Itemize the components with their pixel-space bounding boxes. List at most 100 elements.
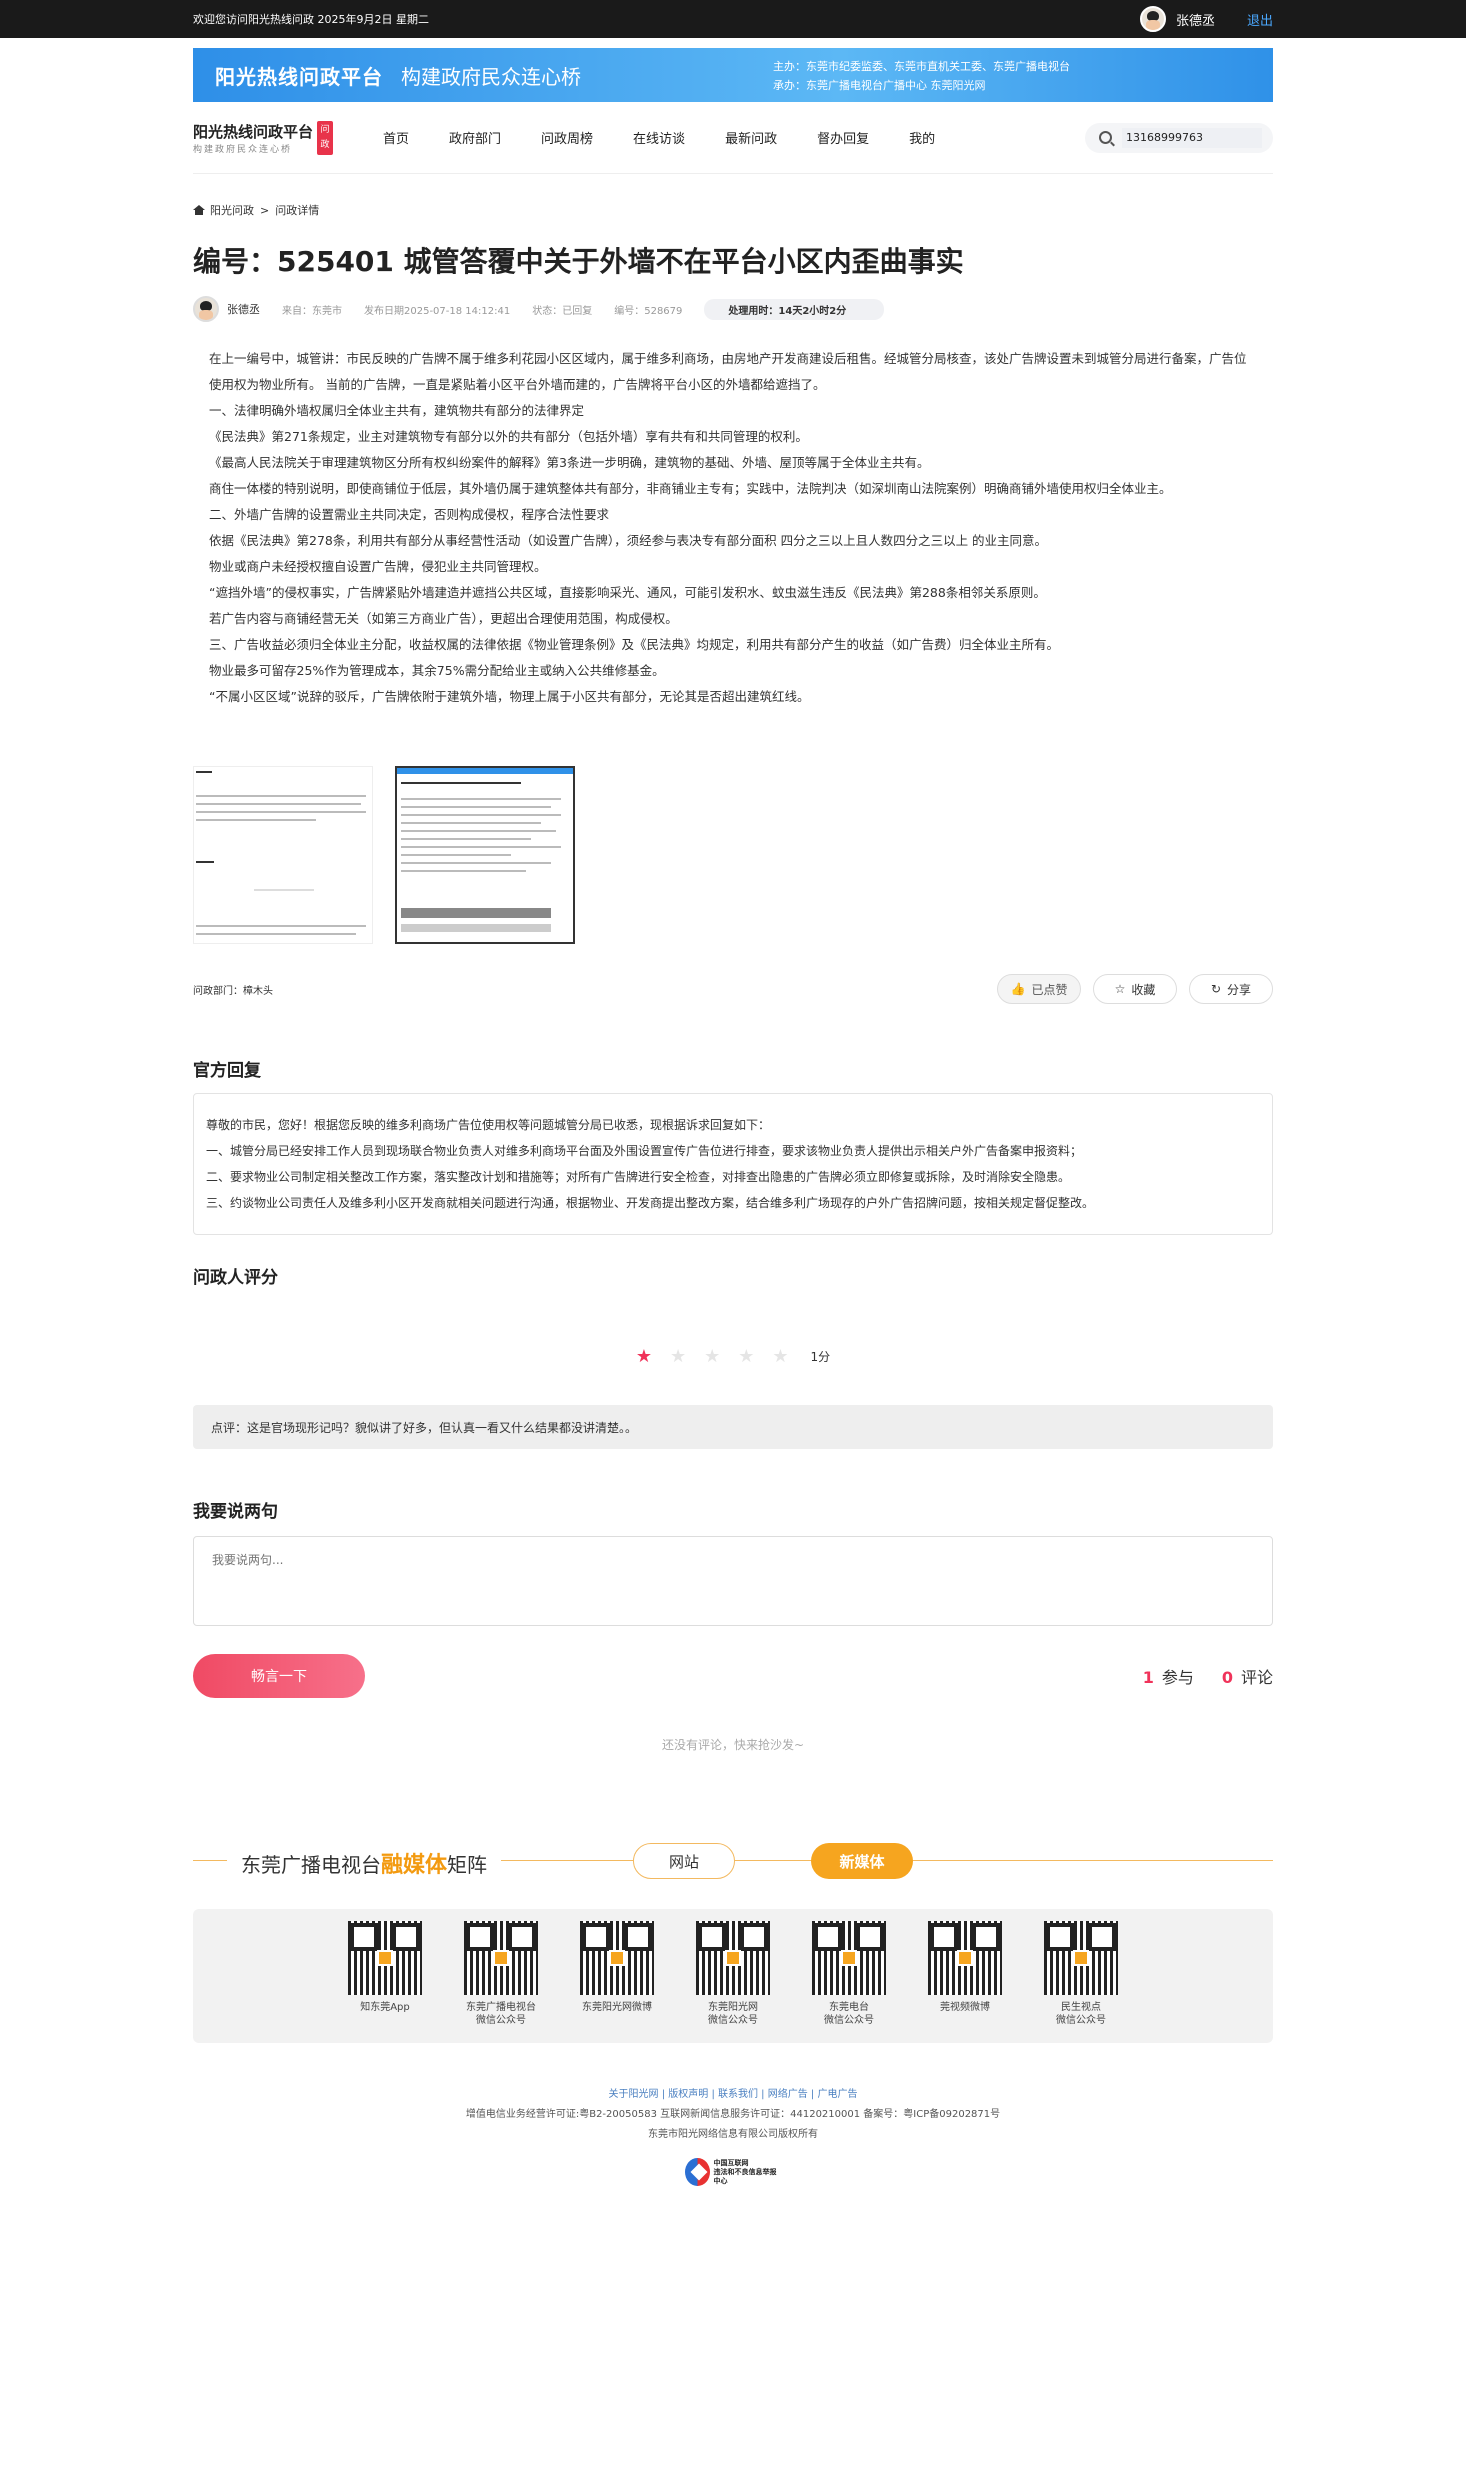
qr-label: 东莞广播电视台 — [466, 2002, 536, 2013]
breadcrumb: 阳光问政 > 问政详情 — [193, 202, 1273, 218]
attachment-image-1[interactable] — [193, 766, 373, 944]
qr-item[interactable]: 东莞阳光网微博 — [580, 1921, 654, 2043]
comment-input[interactable] — [193, 1536, 1273, 1626]
qr-sublabel: 微信公众号 — [708, 2015, 758, 2026]
badge-line-2: 违法和不良信息举报中心 — [713, 2167, 777, 2185]
tab-website[interactable]: 网站 — [633, 1843, 735, 1879]
qr-code-icon — [580, 1921, 654, 1995]
question-paragraph: 物业最多可留存25%作为管理成本，其余75%需分配给业主或纳入公共维修基金。 — [209, 663, 665, 678]
rating-star-icon: ★ — [704, 1346, 721, 1367]
top-bar: 欢迎您访问阳光热线问政 2025年9月2日 星期二 张德丞 退出 — [0, 0, 1466, 38]
main-nav: 阳光热线问政平台 构建政府民众连心桥 问政 首页 政府部门 问政周榜 在线访谈 … — [193, 102, 1273, 174]
attachment-images — [193, 766, 1273, 944]
matrix-title: 东莞广播电视台融媒体矩阵 — [227, 1847, 502, 1879]
reply-line: 尊敬的市民，您好！根据您反映的维多利商场广告位使用权等问题城管分局已收悉，现根据… — [206, 1118, 771, 1132]
nav-item-weekly[interactable]: 问政周榜 — [541, 128, 593, 147]
question-source: 来自：东莞市 — [282, 305, 342, 317]
question-body: 在上一编号中，城管讲：市民反映的广告牌不属于维多利花园小区区域内，属于维多利商场… — [193, 346, 1273, 710]
nav-menu: 首页 政府部门 问政周榜 在线访谈 最新问政 督办回复 我的 — [383, 128, 975, 147]
footer-links[interactable]: 关于阳光网 | 版权声明 | 联系我们 | 网络广告 | 广电广告 — [193, 2085, 1273, 2105]
logout-link[interactable]: 退出 — [1247, 10, 1273, 29]
rating-comment: 点评：这是官场现形记吗？貌似讲了好多，但认真一看又什么结果都没讲清楚。。 — [193, 1405, 1273, 1449]
nav-item-supervise[interactable]: 督办回复 — [817, 128, 869, 147]
collect-label: 收藏 — [1131, 982, 1156, 997]
user-area: 张德丞 退出 — [1139, 6, 1273, 32]
submit-comment-button[interactable]: 畅言一下 — [193, 1654, 365, 1698]
attachment-image-2[interactable] — [395, 766, 575, 944]
rating-stars: ★ ★ ★ ★ ★ 1分 — [193, 1346, 1273, 1367]
welcome-text: 欢迎您访问阳光热线问政 2025年9月2日 星期二 — [193, 13, 429, 26]
question-paragraph: 一、法律明确外墙权属归全体业主共有，建筑物共有部分的法律界定 — [209, 403, 585, 418]
star-icon: ☆ — [1114, 982, 1126, 996]
qr-item[interactable]: 东莞电台 微信公众号 — [812, 1921, 886, 2043]
like-button[interactable]: 👍 已点赞 — [997, 974, 1081, 1004]
badge-line-1: 中国互联网 — [713, 2158, 749, 2167]
qr-item[interactable]: 民生视点 微信公众号 — [1044, 1921, 1118, 2043]
question-paragraph: 商住一体楼的特别说明，即使商铺位于低层，其外墙仍属于建筑整体共有部分，非商铺业主… — [209, 481, 1172, 496]
participant-label: 参与 — [1161, 1668, 1194, 1687]
rating-star-icon: ★ — [635, 1346, 652, 1367]
comment-submit-row: 畅言一下 1 参与 0 评论 — [193, 1654, 1273, 1698]
qr-item[interactable]: 东莞广播电视台 微信公众号 — [464, 1921, 538, 2043]
question-paragraph: 《民法典》第271条规定，业主对建筑物专有部分以外的共有部分（包括外墙）享有共有… — [209, 429, 808, 444]
rating-score: 1分 — [810, 1350, 831, 1364]
nav-item-latest[interactable]: 最新问政 — [725, 128, 777, 147]
rating-star-icon: ★ — [738, 1346, 755, 1367]
question-paragraph: 三、广告收益必须归全体业主分配，收益权属的法律依据《物业管理条例》及《民法典》均… — [209, 637, 1060, 652]
question-paragraph: 物业或商户未经授权擅自设置广告牌，侵犯业主共同管理权。 — [209, 559, 547, 574]
search-bar — [1085, 122, 1273, 153]
banner-host: 主办：东莞市纪委监委、东莞市直机关工委、东莞广播电视台 承办：东莞广播电视台广播… — [773, 57, 1070, 95]
question-department: 问政部门：樟木头 — [193, 985, 273, 997]
matrix-title-b: 融媒体 — [381, 1853, 448, 1878]
footer-license: 增值电信业务经营许可证:粤B2-20050583 互联网新闻信息服务许可证：44… — [465, 2109, 1001, 2120]
participant-count: 1 参与 — [1143, 1664, 1194, 1688]
media-matrix-header: 东莞广播电视台融媒体矩阵 网站 新媒体 — [193, 1839, 1273, 1883]
qr-item[interactable]: 莞视频微博 — [928, 1921, 1002, 2043]
nav-item-interview[interactable]: 在线访谈 — [633, 128, 685, 147]
search-input[interactable] — [1122, 127, 1262, 148]
qr-item[interactable]: 东莞阳光网 微信公众号 — [696, 1921, 770, 2043]
question-paragraph: 依据《民法典》第278条，利用共有部分从事经营性活动（如设置广告牌），须经参与表… — [209, 533, 1048, 548]
breadcrumb-current: 问政详情 — [275, 204, 320, 217]
question-paragraph: 若广告内容与商铺经营无关（如第三方商业广告），更超出合理使用范围，构成侵权。 — [209, 611, 678, 626]
matrix-title-a: 东莞广播电视台 — [241, 1853, 381, 1877]
breadcrumb-home[interactable]: 阳光问政 — [210, 202, 254, 218]
qr-label: 民生视点 — [1061, 2002, 1101, 2013]
page-title: 编号：525401 城管答覆中关于外墙不在平台小区内歪曲事实 — [193, 245, 964, 278]
home-icon — [193, 205, 205, 215]
banner-slogan: 构建政府民众连心桥 — [401, 64, 581, 89]
author-name: 张德丞 — [227, 303, 260, 316]
banner: 阳光热线问政平台 构建政府民众连心桥 主办：东莞市纪委监委、东莞市直机关工委、东… — [193, 48, 1273, 102]
tab-new-media[interactable]: 新媒体 — [811, 1843, 913, 1879]
collect-button[interactable]: ☆ 收藏 — [1093, 974, 1177, 1004]
qr-code-icon — [464, 1921, 538, 1995]
comment-counts: 1 参与 0 评论 — [1143, 1664, 1273, 1688]
thumbs-up-icon: 👍 — [1010, 982, 1026, 996]
question-meta: 张德丞 来自：东莞市 发布日期2025-07-18 14:12:41 状态：已回… — [193, 296, 1273, 322]
site-logo[interactable]: 阳光热线问政平台 构建政府民众连心桥 问政 — [193, 120, 333, 155]
qr-code-icon — [812, 1921, 886, 1995]
logo-subtitle: 构建政府民众连心桥 — [193, 144, 293, 155]
breadcrumb-separator: > — [260, 203, 270, 217]
search-icon[interactable] — [1099, 131, 1112, 144]
matrix-title-c: 矩阵 — [447, 1853, 488, 1877]
nav-item-home[interactable]: 首页 — [383, 128, 409, 147]
qr-item[interactable]: 知东莞App — [348, 1921, 422, 2043]
share-button[interactable]: ↻ 分享 — [1189, 974, 1273, 1004]
empty-comments: 还没有评论，快来抢沙发~ — [661, 1738, 805, 1752]
nav-item-mine[interactable]: 我的 — [909, 128, 935, 147]
share-icon: ↻ — [1210, 982, 1222, 996]
question-actions: 问政部门：樟木头 👍 已点赞 ☆ 收藏 ↻ 分享 — [193, 974, 1273, 1004]
reply-line: 一、城管分局已经安排工作人员到现场联合物业负责人对维多利商场平台面及外围设置宣传… — [206, 1144, 1083, 1158]
nav-item-departments[interactable]: 政府部门 — [449, 128, 501, 147]
official-reply-heading: 官方回复 — [193, 1061, 261, 1081]
qr-code-list: 知东莞App 东莞广播电视台 微信公众号 东莞阳光网微博 东莞阳光网 微信公众号 东莞电台微… — [193, 1909, 1273, 2043]
logo-title: 阳光热线问政平台 — [193, 122, 314, 141]
participant-number: 1 — [1142, 1668, 1154, 1687]
footer-copyright: 东莞市阳光网络信息有限公司版权所有 — [648, 2129, 818, 2140]
avatar[interactable] — [1139, 6, 1166, 32]
username[interactable]: 张德丞 — [1176, 10, 1215, 29]
question-status: 状态：已回复 — [532, 305, 593, 317]
qr-label: 莞视频微博 — [940, 2002, 990, 2013]
report-center-badge[interactable]: 中国互联网 违法和不良信息举报中心 — [685, 2155, 781, 2189]
